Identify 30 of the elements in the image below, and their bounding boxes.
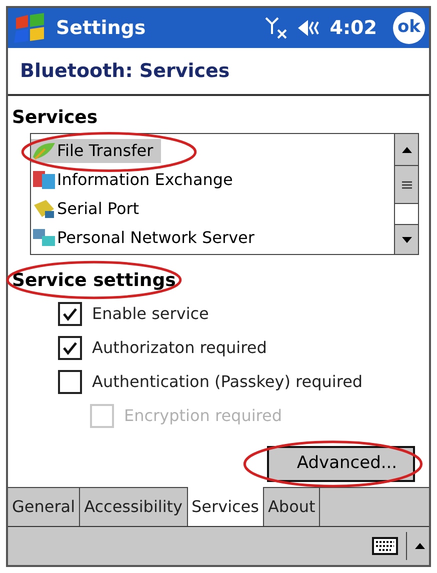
down-arrow-icon[interactable] (402, 236, 412, 242)
tab[interactable]: Accessibility (80, 487, 188, 526)
grip-icon[interactable] (402, 180, 412, 188)
window-title: Settings (56, 16, 146, 41)
clock[interactable]: 4:02 (330, 14, 377, 42)
up-arrow-icon[interactable] (402, 146, 412, 152)
service-item[interactable]: Serial Port (31, 196, 148, 220)
service-item[interactable]: Information Exchange (31, 168, 241, 192)
no-signal-icon[interactable] (264, 16, 288, 40)
service-item[interactable]: Personal Network Server (31, 226, 262, 250)
up-arrow-icon[interactable] (415, 543, 425, 549)
checkbox[interactable] (58, 370, 82, 394)
check-icon (62, 307, 78, 321)
section-label: Service settings (12, 270, 176, 291)
keyboard-icon[interactable] (372, 537, 398, 555)
checkbox-label: Enable service (92, 303, 209, 325)
checkbox[interactable] (58, 336, 82, 360)
page-header: Bluetooth: Services (20, 58, 230, 84)
scrollbar[interactable] (394, 134, 418, 254)
service-item[interactable]: File Transfer (31, 138, 162, 162)
check-icon (62, 341, 78, 355)
checkbox-label: Authorizaton required (92, 337, 267, 359)
checkbox-label: Encryption required (124, 405, 282, 427)
checkbox[interactable] (58, 302, 82, 326)
tab[interactable]: About (264, 487, 320, 526)
checkbox-label: Authentication (Passkey) required (92, 371, 363, 393)
advanced-button[interactable]: Advanced... (267, 446, 415, 482)
ok-button[interactable]: ok (393, 12, 425, 44)
section-label: Services (12, 107, 98, 128)
tab[interactable]: General (8, 487, 80, 526)
